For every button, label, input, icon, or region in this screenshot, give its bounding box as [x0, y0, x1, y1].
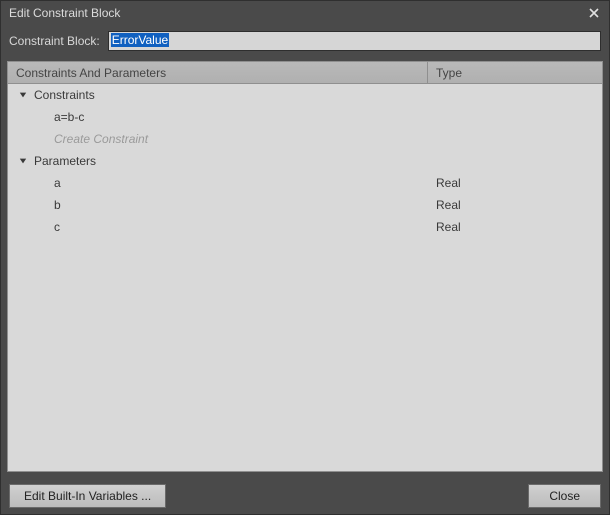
close-button[interactable]: Close [528, 484, 601, 508]
constraint-block-label: Constraint Block: [9, 34, 100, 48]
group-label: Constraints [34, 88, 95, 102]
constraint-row[interactable]: a=b-c [8, 106, 602, 128]
edit-builtin-variables-button[interactable]: Edit Built-In Variables ... [9, 484, 166, 508]
create-constraint-placeholder: Create Constraint [54, 132, 148, 146]
group-row-parameters[interactable]: Parameters [8, 150, 602, 172]
table-body: Constraints a=b-c Create Constraint [8, 84, 602, 471]
parameter-type: Real [436, 198, 461, 212]
dialog-title: Edit Constraint Block [9, 6, 120, 20]
parameter-type: Real [436, 176, 461, 190]
parameter-name: c [54, 220, 60, 234]
table-header: Constraints And Parameters Type [8, 62, 602, 84]
chevron-down-icon[interactable] [18, 156, 28, 166]
dialog-footer: Edit Built-In Variables ... Close [1, 478, 609, 514]
column-header-type[interactable]: Type [428, 62, 602, 83]
constraint-block-name-input[interactable]: ErrorValue [108, 31, 601, 51]
titlebar: Edit Constraint Block [1, 1, 609, 25]
parameter-row[interactable]: a Real [8, 172, 602, 194]
parameter-row[interactable]: b Real [8, 194, 602, 216]
input-selection: ErrorValue [111, 33, 169, 47]
group-row-constraints[interactable]: Constraints [8, 84, 602, 106]
parameter-type: Real [436, 220, 461, 234]
constraint-block-name-row: Constraint Block: ErrorValue [1, 25, 609, 57]
edit-constraint-block-dialog: Edit Constraint Block Constraint Block: … [0, 0, 610, 515]
create-constraint-row[interactable]: Create Constraint [8, 128, 602, 150]
parameter-name: a [54, 176, 61, 190]
chevron-down-icon[interactable] [18, 90, 28, 100]
close-icon[interactable] [585, 4, 603, 22]
parameter-name: b [54, 198, 61, 212]
column-header-constraints[interactable]: Constraints And Parameters [8, 62, 428, 83]
constraint-expression: a=b-c [54, 110, 84, 124]
constraints-parameters-table: Constraints And Parameters Type Constrai… [7, 61, 603, 472]
parameter-row[interactable]: c Real [8, 216, 602, 238]
group-label: Parameters [34, 154, 96, 168]
